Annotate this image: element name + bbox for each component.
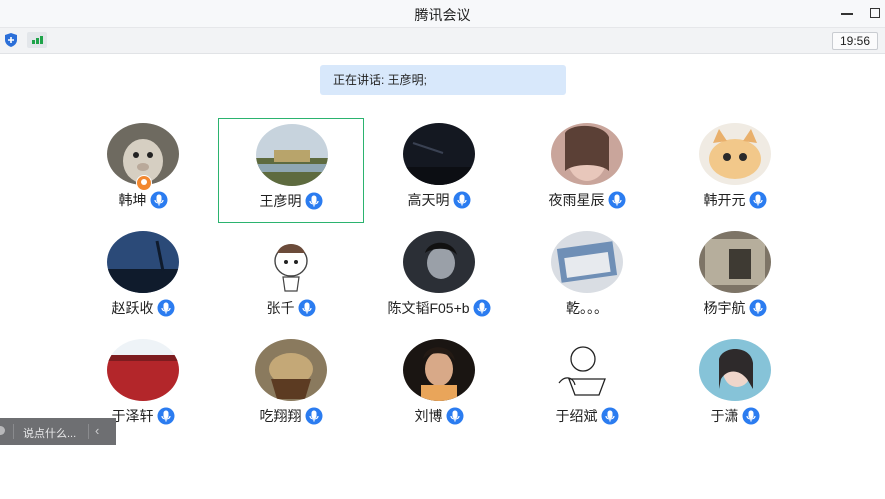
participant-name: 韩坤 xyxy=(118,192,147,208)
participant-name-row: 杨宇航 xyxy=(662,298,808,318)
mic-icon[interactable] xyxy=(157,407,175,425)
mic-icon[interactable] xyxy=(473,299,491,317)
participant-name-row: 刘博 xyxy=(366,406,512,426)
participant-tile[interactable]: 杨宇航 xyxy=(662,226,808,331)
participant-tile[interactable]: 张千 xyxy=(218,226,364,331)
participant-tile[interactable]: 乾。。。 xyxy=(514,226,660,331)
mic-icon[interactable] xyxy=(305,192,323,210)
mic-icon[interactable] xyxy=(305,407,323,425)
participant-tile[interactable]: 于绍斌 xyxy=(514,334,660,439)
mic-icon[interactable] xyxy=(742,407,760,425)
participant-name: 王彦明 xyxy=(259,193,302,209)
divider xyxy=(13,424,14,439)
status-bar: 19:56 xyxy=(0,27,885,54)
participant-name: 赵跃收 xyxy=(111,300,154,316)
avatar xyxy=(699,339,771,401)
collapse-chevron-icon[interactable]: ‹ xyxy=(95,423,99,438)
participant-tile[interactable]: 高天明 xyxy=(366,118,512,223)
avatar xyxy=(551,231,623,293)
participant-name: 吃翔翔 xyxy=(259,408,302,424)
mic-icon[interactable] xyxy=(150,191,168,209)
participant-name-row: 张千 xyxy=(218,298,364,318)
meeting-clock: 19:56 xyxy=(832,32,878,50)
host-badge-icon xyxy=(136,175,152,191)
mic-icon[interactable] xyxy=(601,407,619,425)
participant-name-row: 赵跃收 xyxy=(70,298,216,318)
avatar xyxy=(403,231,475,293)
avatar xyxy=(256,124,328,186)
minimize-button[interactable] xyxy=(838,4,856,22)
participant-tile[interactable]: 赵跃收 xyxy=(70,226,216,331)
participant-name: 张千 xyxy=(266,300,295,316)
participant-name: 韩开元 xyxy=(703,192,746,208)
avatar xyxy=(699,123,771,185)
avatar xyxy=(551,123,623,185)
avatar xyxy=(551,339,623,401)
participant-name: 杨宇航 xyxy=(703,300,746,316)
participant-name: 高天明 xyxy=(407,192,450,208)
participant-name-row: 于潇 xyxy=(662,406,808,426)
chat-input-bar[interactable]: 说点什么... ‹ xyxy=(0,418,116,445)
chat-icon[interactable] xyxy=(0,426,5,435)
mic-icon[interactable] xyxy=(608,191,626,209)
participant-name-row: 夜雨星辰 xyxy=(514,190,660,210)
participant-tile[interactable]: 陈文韬F05+b xyxy=(366,226,512,331)
participant-tile[interactable]: 刘博 xyxy=(366,334,512,439)
participant-tile[interactable]: 夜雨星辰 xyxy=(514,118,660,223)
participant-tile[interactable]: 吃翔翔 xyxy=(218,334,364,439)
avatar xyxy=(403,123,475,185)
mic-icon[interactable] xyxy=(749,299,767,317)
participant-name-row: 吃翔翔 xyxy=(218,406,364,426)
divider xyxy=(88,424,89,439)
participant-name-row: 陈文韬F05+b xyxy=(366,298,512,318)
participant-name-row: 韩坤 xyxy=(70,190,216,210)
participant-tile[interactable]: 韩坤 xyxy=(70,118,216,223)
window-title: 腾讯会议 xyxy=(414,7,471,23)
avatar xyxy=(107,339,179,401)
title-bar: 腾讯会议 xyxy=(0,0,885,27)
mic-icon[interactable] xyxy=(298,299,316,317)
speaking-banner: 正在讲话: 王彦明; xyxy=(320,65,566,95)
maximize-button[interactable] xyxy=(866,4,884,22)
participant-name: 夜雨星辰 xyxy=(548,192,605,208)
participant-tile[interactable]: 韩开元 xyxy=(662,118,808,223)
participant-name: 于潇 xyxy=(710,408,739,424)
participant-name: 于泽轩 xyxy=(111,408,154,424)
participant-name-row: 高天明 xyxy=(366,190,512,210)
avatar xyxy=(255,231,327,293)
participant-tile[interactable]: 于潇 xyxy=(662,334,808,439)
mic-icon[interactable] xyxy=(157,299,175,317)
chat-placeholder[interactable]: 说点什么... xyxy=(23,425,76,441)
participant-name: 乾。。。 xyxy=(566,300,608,316)
avatar xyxy=(255,339,327,401)
participant-name: 刘博 xyxy=(414,408,443,424)
mic-icon[interactable] xyxy=(453,191,471,209)
signal-icon[interactable] xyxy=(27,32,47,48)
participant-name: 于绍斌 xyxy=(555,408,598,424)
participant-tile[interactable]: 王彦明 xyxy=(218,118,364,223)
avatar xyxy=(699,231,771,293)
avatar xyxy=(403,339,475,401)
mic-icon[interactable] xyxy=(446,407,464,425)
participant-name-row: 韩开元 xyxy=(662,190,808,210)
shield-icon[interactable] xyxy=(3,32,19,48)
participant-name: 陈文韬F05+b xyxy=(387,300,470,316)
participant-name-row: 乾。。。 xyxy=(514,298,660,318)
participant-name-row: 于绍斌 xyxy=(514,406,660,426)
participant-name-row: 王彦明 xyxy=(219,191,363,211)
mic-icon[interactable] xyxy=(749,191,767,209)
avatar xyxy=(107,231,179,293)
